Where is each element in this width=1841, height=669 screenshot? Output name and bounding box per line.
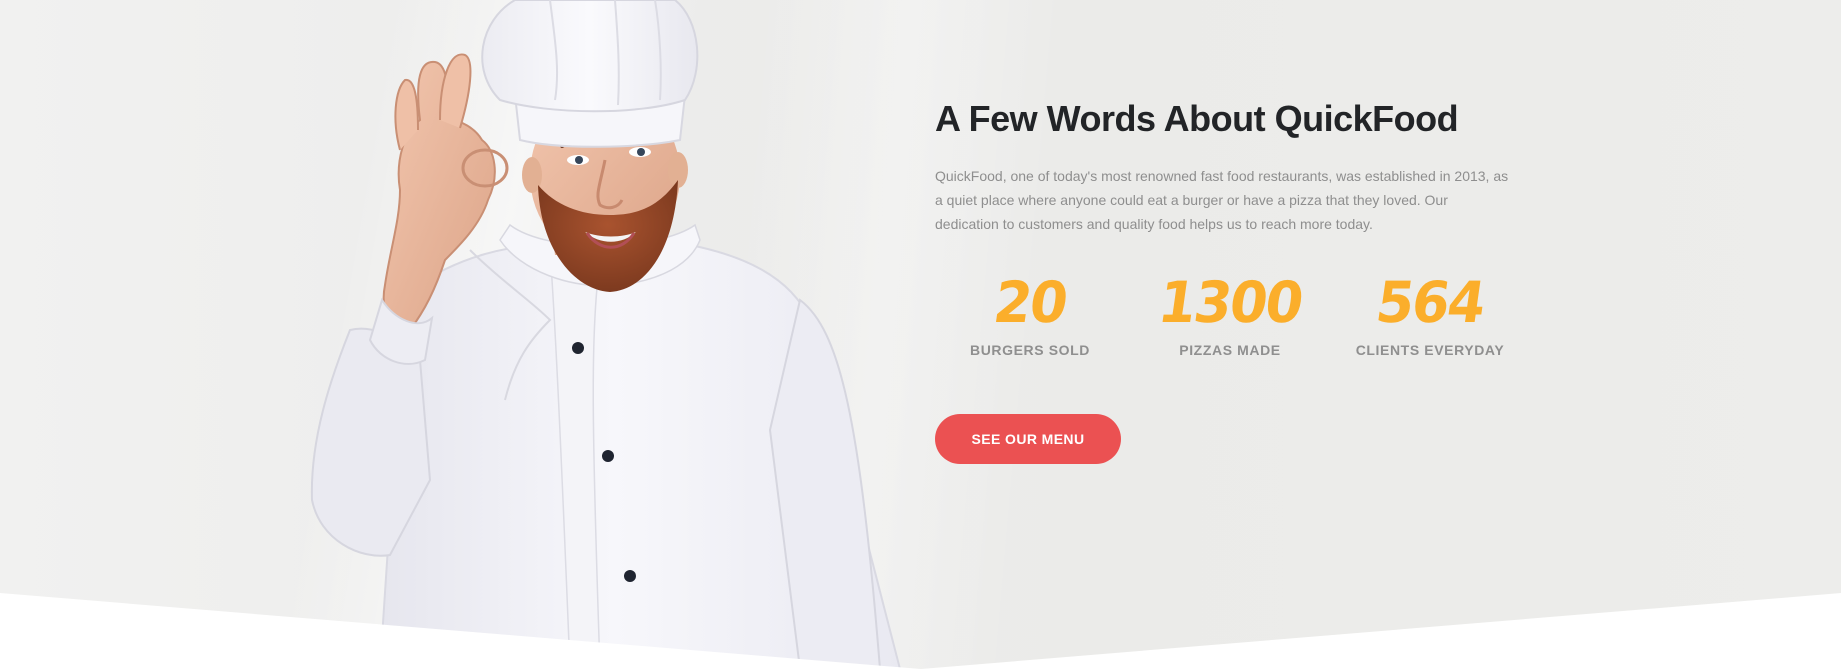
about-content: A Few Words About QuickFood QuickFood, o…: [935, 96, 1535, 464]
see-our-menu-button[interactable]: SEE OUR MENU: [935, 414, 1121, 464]
stat-value: 20: [989, 269, 1071, 336]
section-description: QuickFood, one of today's most renowned …: [935, 168, 1509, 232]
stat-label: BURGERS SOLD: [970, 342, 1090, 358]
about-section: A Few Words About QuickFood QuickFood, o…: [0, 0, 1841, 669]
section-title: A Few Words About QuickFood: [935, 98, 1459, 139]
stat-burgers-sold: 20 BURGERS SOLD: [935, 269, 1125, 358]
stat-label: CLIENTS EVERYDAY: [1355, 342, 1505, 358]
stat-value: 1300: [1154, 269, 1306, 336]
stat-clients-everyday: 564 CLIENTS EVERYDAY: [1335, 269, 1525, 358]
stat-label: PIZZAS MADE: [1179, 342, 1281, 358]
stat-value: 564: [1372, 269, 1489, 336]
stat-pizzas-made: 1300 PIZZAS MADE: [1135, 269, 1325, 358]
bottom-angled-divider: [0, 593, 1841, 669]
stats-row: 20 BURGERS SOLD 1300 PIZZAS MADE 564 CLI…: [935, 269, 1535, 372]
